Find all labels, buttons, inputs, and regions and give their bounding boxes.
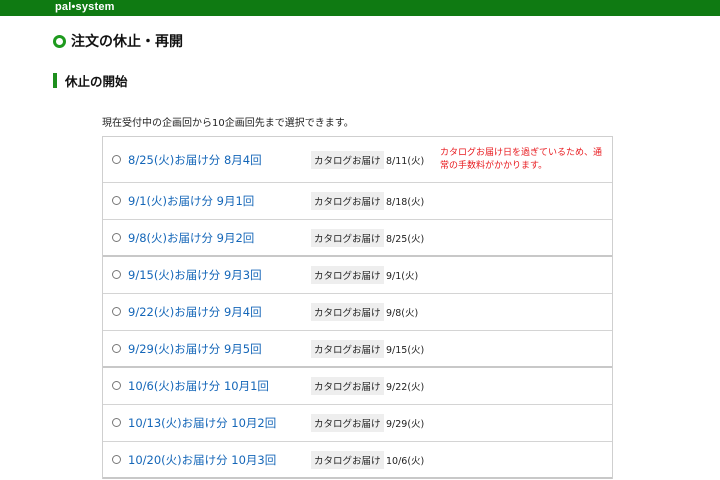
catalog-date: 9/29(火) — [386, 419, 425, 430]
pause-option[interactable]: 10/13(火)お届け分 10月2回 カタログお届け 9/29(火) — [103, 405, 612, 442]
option-label[interactable]: 9/15(火)お届け分 9月3回 — [128, 267, 262, 283]
radio-button[interactable] — [112, 454, 121, 464]
catalog-tag: カタログお届け — [311, 150, 384, 169]
catalog-tag: カタログお届け — [311, 192, 384, 210]
option-label[interactable]: 8/25(火)お届け分 8月4回 — [128, 152, 262, 168]
catalog-tag: カタログお届け — [311, 377, 384, 395]
pause-option[interactable]: 9/15(火)お届け分 9月3回 カタログお届け 9/1(火) — [103, 257, 612, 294]
option-label[interactable]: 9/22(火)お届け分 9月4回 — [128, 304, 262, 320]
catalog-date: 8/25(火) — [386, 233, 425, 245]
catalog-date: 8/18(火) — [386, 197, 425, 208]
catalog-tag: カタログお届け — [311, 228, 384, 247]
page-title: 注文の休止・再開 — [71, 34, 183, 50]
radio-button[interactable] — [112, 154, 121, 164]
top-bar: pal•system — [0, 0, 720, 16]
catalog-date: 9/15(火) — [386, 344, 425, 356]
catalog-tag: カタログお届け — [311, 339, 384, 358]
radio-button[interactable] — [112, 307, 121, 316]
catalog-date: 10/6(火) — [386, 455, 425, 467]
pause-option[interactable]: 9/22(火)お届け分 9月4回 カタログお届け 9/8(火) — [103, 294, 612, 331]
pause-option-list: 8/25(火)お届け分 8月4回 カタログお届け 8/11(火) カタログお届け… — [102, 136, 613, 479]
option-label[interactable]: 9/29(火)お届け分 9月5回 — [128, 341, 262, 357]
option-label[interactable]: 10/20(火)お届け分 10月3回 — [128, 452, 276, 468]
catalog-tag: カタログお届け — [311, 414, 384, 432]
page-title-row: 注文の休止・再開 — [53, 32, 183, 50]
option-label[interactable]: 9/1(火)お届け分 9月1回 — [128, 193, 254, 209]
catalog-tag: カタログお届け — [311, 266, 384, 284]
pause-option[interactable]: 9/1(火)お届け分 9月1回 カタログお届け 8/18(火) — [103, 183, 612, 220]
catalog-date: 8/11(火) — [386, 155, 425, 167]
pause-option[interactable]: 9/8(火)お届け分 9月2回 カタログお届け 8/25(火) — [103, 220, 612, 257]
option-label[interactable]: 10/6(火)お届け分 10月1回 — [128, 378, 269, 394]
pause-option[interactable]: 8/25(火)お届け分 8月4回 カタログお届け 8/11(火) カタログお届け… — [103, 137, 612, 183]
fee-warning: カタログお届け日を過ぎているため、通常の手数料がかかります。 — [440, 148, 603, 171]
circle-icon — [53, 34, 66, 48]
pause-option[interactable]: 10/20(火)お届け分 10月3回 カタログお届け 10/6(火) — [103, 442, 612, 479]
section-bar-icon — [53, 73, 57, 88]
catalog-tag: カタログお届け — [311, 450, 384, 469]
option-label[interactable]: 9/8(火)お届け分 9月2回 — [128, 230, 254, 246]
radio-button[interactable] — [112, 418, 121, 427]
pause-option[interactable]: 9/29(火)お届け分 9月5回 カタログお届け 9/15(火) — [103, 331, 612, 368]
radio-button[interactable] — [112, 343, 121, 353]
radio-button[interactable] — [112, 381, 121, 390]
catalog-date: 9/22(火) — [386, 382, 425, 393]
catalog-date: 9/1(火) — [386, 271, 419, 282]
section-heading: 休止の開始 — [53, 72, 128, 89]
pause-option[interactable]: 10/6(火)お届け分 10月1回 カタログお届け 9/22(火) — [103, 368, 612, 405]
section-title: 休止の開始 — [65, 74, 128, 89]
radio-button[interactable] — [112, 196, 121, 205]
option-label[interactable]: 10/13(火)お届け分 10月2回 — [128, 415, 276, 431]
pal-system-logo[interactable]: pal•system — [55, 0, 115, 16]
catalog-date: 9/8(火) — [386, 308, 419, 319]
catalog-tag: カタログお届け — [311, 303, 384, 321]
intro-text: 現在受付中の企画回から10企画回先まで選択できます。 — [102, 118, 354, 129]
radio-button[interactable] — [112, 232, 121, 242]
radio-button[interactable] — [112, 270, 121, 279]
